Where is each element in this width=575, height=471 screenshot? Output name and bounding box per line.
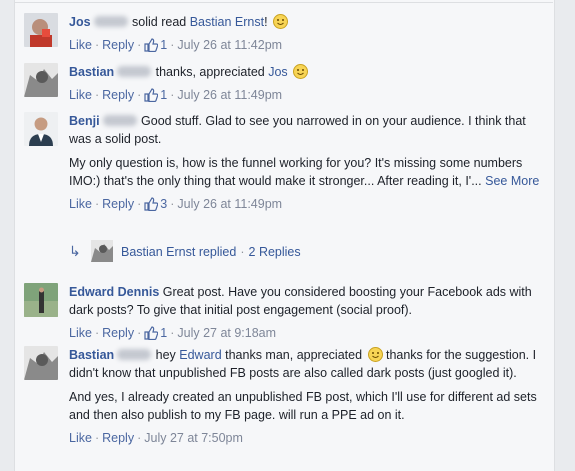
comment-actions: Like · Reply · 1 · July 27 at 9:18am bbox=[69, 324, 542, 345]
reply-link[interactable]: Reply bbox=[102, 431, 134, 445]
smile-emoji-icon bbox=[367, 347, 383, 362]
comment-text: Good stuff. Glad to see you narrowed in … bbox=[69, 114, 526, 146]
smile-emoji-icon bbox=[273, 14, 289, 29]
comment-text: And yes, I already created an unpublishe… bbox=[69, 390, 537, 422]
reply-link[interactable]: Reply bbox=[102, 326, 134, 340]
comment-actions: Like · Reply · 1 · July 26 at 11:42pm bbox=[69, 36, 542, 57]
author-name[interactable]: Jos bbox=[69, 15, 91, 29]
comment-actions: Like · Reply · 1 · July 26 at 11:49pm bbox=[69, 86, 542, 107]
replies-count-link[interactable]: 2 Replies bbox=[249, 245, 301, 259]
thumbs-up-icon[interactable] bbox=[144, 197, 159, 216]
avatar[interactable] bbox=[24, 112, 58, 146]
timestamp[interactable]: July 26 at 11:49pm bbox=[177, 88, 282, 102]
avatar[interactable] bbox=[24, 13, 58, 47]
comment-text: thanks, appreciated bbox=[152, 65, 269, 79]
like-link[interactable]: Like bbox=[69, 197, 92, 211]
like-link[interactable]: Like bbox=[69, 38, 92, 52]
comment-actions: Like · Reply · 3 · July 26 at 11:49pm bbox=[69, 195, 542, 216]
divider bbox=[14, 2, 553, 3]
like-link[interactable]: Like bbox=[69, 431, 92, 445]
comment-text: solid read bbox=[132, 15, 190, 29]
thumbs-up-icon[interactable] bbox=[144, 38, 159, 57]
author-name[interactable]: Bastian bbox=[69, 65, 114, 79]
reply-arrow-icon: ↳ bbox=[69, 243, 81, 259]
author-name[interactable]: Bastian bbox=[69, 348, 114, 362]
blurred-surname bbox=[117, 349, 152, 360]
reply-link[interactable]: Reply bbox=[102, 38, 134, 52]
replier-name[interactable]: Bastian Ernst replied bbox=[121, 245, 236, 259]
blurred-surname bbox=[117, 66, 152, 77]
like-count[interactable]: 3 bbox=[160, 197, 167, 211]
like-count[interactable]: 1 bbox=[160, 38, 167, 52]
mention-link[interactable]: Bastian Ernst bbox=[190, 15, 264, 29]
reply-link[interactable]: Reply bbox=[102, 197, 134, 211]
comment-actions: Like · Reply · July 27 at 7:50pm bbox=[69, 431, 243, 445]
comment-text: ! bbox=[264, 15, 268, 29]
timestamp[interactable]: July 27 at 9:18am bbox=[177, 326, 276, 340]
mention-link[interactable]: Edward bbox=[179, 348, 221, 362]
thumbs-up-icon[interactable] bbox=[144, 326, 159, 345]
mention-link[interactable]: Jos bbox=[268, 65, 287, 79]
smile-emoji-icon bbox=[293, 64, 309, 79]
reply-link[interactable]: Reply bbox=[102, 88, 134, 102]
timestamp[interactable]: July 26 at 11:49pm bbox=[177, 197, 282, 211]
thumbs-up-icon[interactable] bbox=[144, 88, 159, 107]
like-link[interactable]: Like bbox=[69, 326, 92, 340]
comment-text: hey bbox=[152, 348, 180, 362]
see-more-link[interactable]: See More bbox=[485, 174, 539, 188]
like-link[interactable]: Like bbox=[69, 88, 92, 102]
like-count[interactable]: 1 bbox=[160, 88, 167, 102]
author-name[interactable]: Benji bbox=[69, 114, 100, 128]
avatar[interactable] bbox=[24, 283, 58, 317]
author-name[interactable]: Edward Dennis bbox=[69, 285, 159, 299]
comment-text: thanks man, appreciated bbox=[221, 348, 366, 362]
blurred-surname bbox=[93, 16, 128, 27]
timestamp[interactable]: July 26 at 11:42pm bbox=[177, 38, 282, 52]
avatar[interactable] bbox=[24, 63, 58, 97]
replier-avatar bbox=[91, 240, 113, 262]
like-count[interactable]: 1 bbox=[160, 326, 167, 340]
avatar[interactable] bbox=[24, 346, 58, 380]
comment-text: My only question is, how is the funnel w… bbox=[69, 156, 523, 188]
timestamp[interactable]: July 27 at 7:50pm bbox=[144, 431, 243, 445]
blurred-surname bbox=[102, 115, 137, 126]
view-replies-row[interactable]: ↳ Bastian Ernst replied · 2 Replies bbox=[69, 240, 301, 263]
